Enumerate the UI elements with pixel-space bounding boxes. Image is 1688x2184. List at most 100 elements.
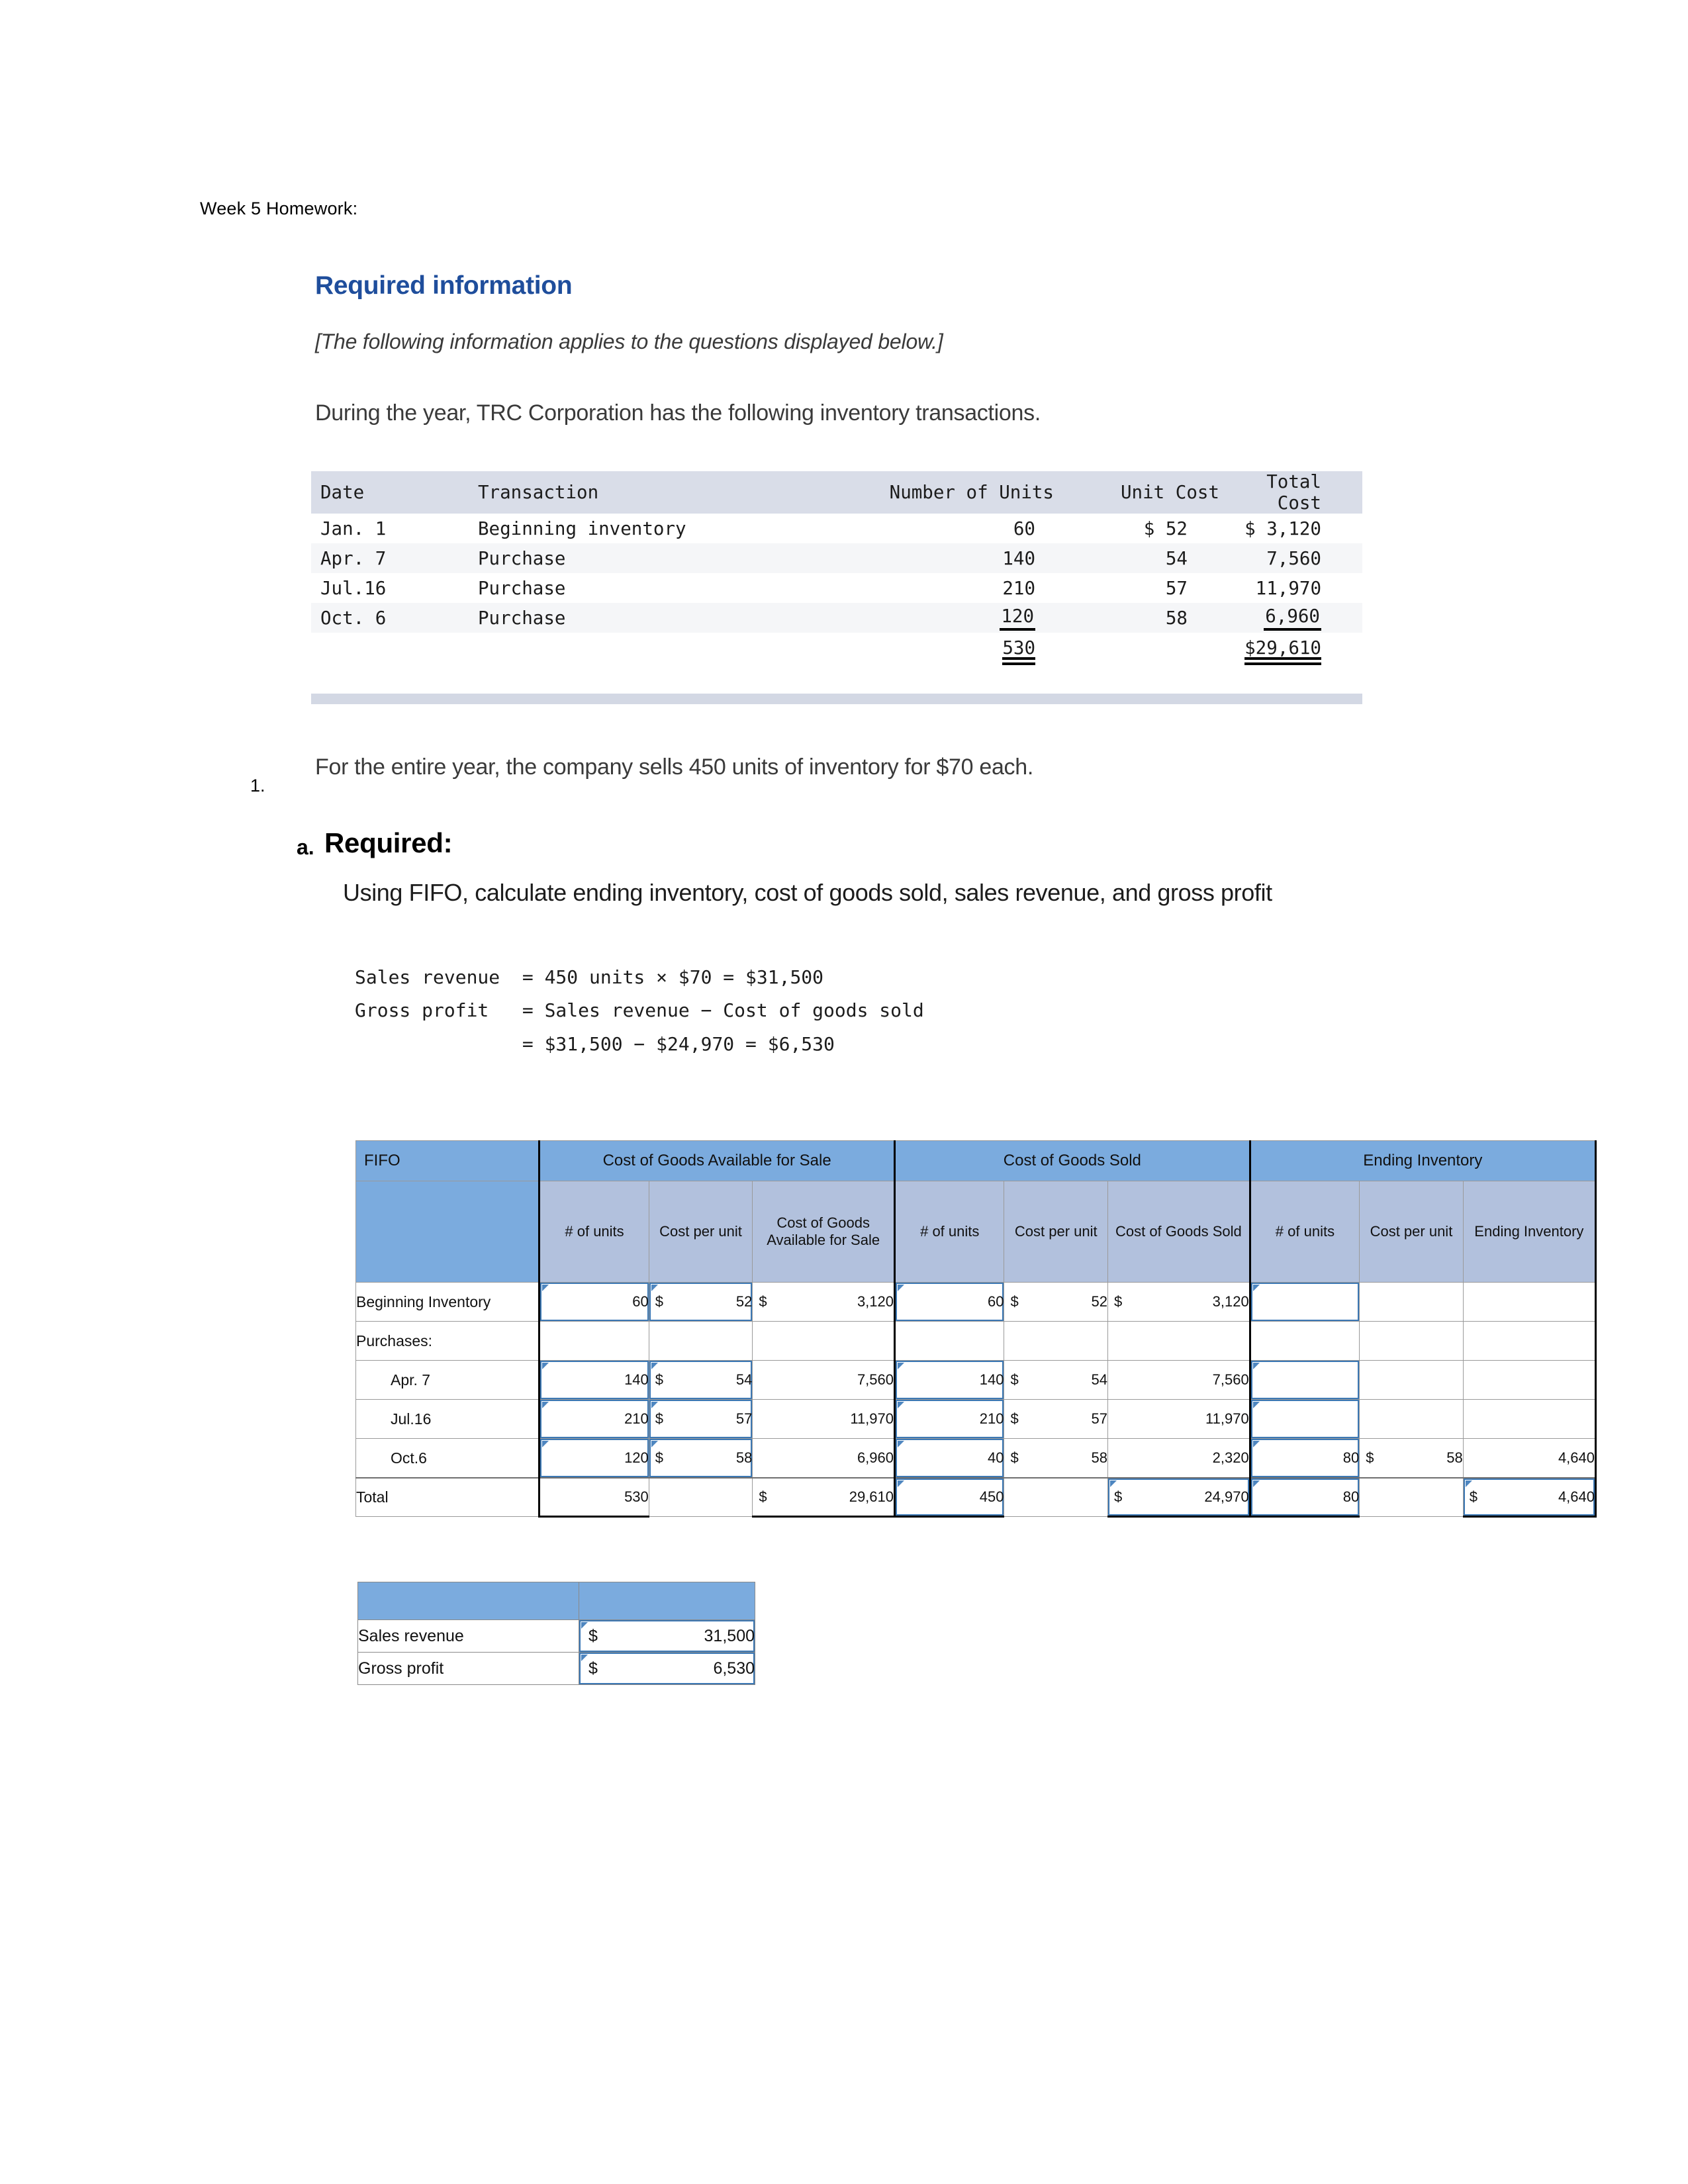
- sales-note-text: For the entire year, the company sells 4…: [315, 754, 1034, 780]
- cell-unit-cost: $ 52: [1143, 518, 1188, 539]
- cell-empty: [538, 1321, 649, 1361]
- cell-unit-cost: 57: [1165, 577, 1188, 599]
- input-avail-units[interactable]: 120: [538, 1438, 649, 1479]
- value: 31,500: [704, 1626, 755, 1645]
- document-page: Week 5 Homework: Required information [T…: [0, 0, 1688, 2184]
- input-avail-cost-per-unit[interactable]: $57: [648, 1399, 753, 1439]
- table-row: Apr. 7 140 $54 7,560 140 $54 7,560: [355, 1360, 1597, 1400]
- cell-ending-cost-per-unit: [1359, 1360, 1464, 1400]
- fifo-subheader-row: # of units Cost per unit Cost of Goods A…: [355, 1181, 1597, 1283]
- cell-ending-cost-per-unit: [1359, 1282, 1464, 1322]
- input-avail-cost-per-unit[interactable]: $54: [648, 1360, 753, 1400]
- col-total-cost: Total Cost: [1219, 471, 1362, 514]
- value: 3,120: [1212, 1293, 1249, 1310]
- col-date: Date: [311, 471, 433, 514]
- input-avail-cost-per-unit[interactable]: $58: [648, 1438, 753, 1479]
- currency-symbol: $: [655, 1371, 664, 1388]
- cell-transaction: Purchase: [478, 547, 566, 569]
- cell-cogs-cost-per-unit: $54: [1004, 1360, 1109, 1400]
- subheader-corner: [355, 1181, 540, 1283]
- input-avail-units[interactable]: 60: [538, 1282, 649, 1322]
- total-units-value: 530: [1002, 637, 1035, 659]
- input-gross-profit[interactable]: $6,530: [579, 1652, 755, 1685]
- value: 58: [1091, 1449, 1108, 1466]
- cell-unit-cost: 58: [1165, 607, 1188, 629]
- cell-avail-total: $3,120: [752, 1282, 895, 1322]
- currency-symbol: $: [1114, 1293, 1123, 1310]
- currency-symbol: $: [1010, 1449, 1019, 1466]
- value: 57: [1091, 1410, 1108, 1427]
- input-avail-cost-per-unit[interactable]: $52: [648, 1282, 753, 1322]
- input-ending-units[interactable]: 80: [1248, 1438, 1360, 1479]
- cell-transaction: Purchase: [478, 607, 566, 629]
- inventory-intro-text: During the year, TRC Corporation has the…: [315, 400, 1041, 426]
- value: 58: [735, 1449, 753, 1466]
- row-label: Oct.6: [355, 1438, 540, 1479]
- subheader-ending-units: # of units: [1248, 1181, 1360, 1283]
- cell-transaction: Purchase: [478, 577, 566, 599]
- input-total-cogs-units[interactable]: 450: [893, 1477, 1005, 1518]
- currency-symbol: $: [588, 1659, 598, 1678]
- question-sub-letter: a.: [297, 835, 314, 859]
- cell-empty: [648, 1477, 753, 1517]
- currency-symbol: $: [1010, 1293, 1019, 1310]
- cell-empty: [1004, 1477, 1109, 1517]
- cell-cogs-total: 11,970: [1107, 1399, 1250, 1439]
- cell-date: Apr. 7: [320, 547, 387, 569]
- currency-symbol: $: [759, 1293, 767, 1310]
- cell-total-cost: 7,560: [1266, 547, 1321, 569]
- cell-total-units: 530: [796, 633, 1054, 662]
- currency-symbol: $: [655, 1410, 664, 1427]
- table-row: Oct. 6 Purchase 120 58 6,960: [311, 603, 1362, 633]
- group-header-ending-inventory: Ending Inventory: [1248, 1140, 1597, 1181]
- cell-cogs-total: $3,120: [1107, 1282, 1250, 1322]
- table-row: Purchases:: [355, 1321, 1597, 1361]
- input-total-cogs[interactable]: $24,970: [1107, 1477, 1250, 1518]
- cell-total-cost: $ 3,120: [1244, 518, 1321, 539]
- cell-empty: [1054, 633, 1219, 662]
- input-cogs-units[interactable]: 210: [893, 1399, 1005, 1439]
- cell-units-value: 120: [1000, 606, 1035, 631]
- cell-grand-total: $29,610: [1219, 633, 1362, 662]
- currency-symbol: $: [1469, 1488, 1477, 1505]
- value: 6,530: [713, 1659, 755, 1678]
- value: 29,610: [849, 1488, 894, 1505]
- subheader-cogs-units: # of units: [893, 1181, 1005, 1283]
- cell-units: 60: [1013, 518, 1035, 539]
- row-label: Purchases:: [355, 1321, 540, 1361]
- col-transaction: Transaction: [433, 471, 796, 514]
- required-information-heading: Required information: [315, 271, 573, 300]
- cell-total-avail-units: 530: [538, 1477, 649, 1518]
- subheader-avail-total: Cost of Goods Available for Sale: [752, 1181, 895, 1283]
- input-cogs-units[interactable]: 40: [893, 1438, 1005, 1479]
- input-ending-units[interactable]: [1248, 1282, 1360, 1322]
- input-cogs-units[interactable]: 140: [893, 1360, 1005, 1400]
- summary-row-label: Sales revenue: [357, 1619, 579, 1653]
- summary-header-left: [357, 1582, 579, 1620]
- currency-symbol: $: [1366, 1449, 1374, 1466]
- input-sales-revenue[interactable]: $31,500: [579, 1619, 755, 1653]
- input-ending-units[interactable]: [1248, 1360, 1360, 1400]
- input-avail-units[interactable]: 210: [538, 1399, 649, 1439]
- input-total-ending[interactable]: $4,640: [1462, 1477, 1597, 1518]
- currency-symbol: $: [1010, 1371, 1019, 1388]
- currency-symbol: $: [655, 1449, 664, 1466]
- subheader-ending-total: Ending Inventory: [1462, 1181, 1597, 1283]
- table-row: Jul.16 Purchase 210 57 11,970: [311, 573, 1362, 603]
- calculation-block: Sales revenue = 450 units × $70 = $31,50…: [355, 966, 924, 1055]
- cell-ending-cost-per-unit: $58: [1359, 1438, 1464, 1479]
- input-total-ending-units[interactable]: 80: [1248, 1477, 1360, 1518]
- value: 57: [735, 1410, 753, 1427]
- table-row: Gross profit $6,530: [357, 1652, 755, 1685]
- section-divider: [311, 694, 1362, 704]
- input-ending-units[interactable]: [1248, 1399, 1360, 1439]
- value: 4,640: [1558, 1488, 1595, 1505]
- input-cogs-units[interactable]: 60: [893, 1282, 1005, 1322]
- input-avail-units[interactable]: 140: [538, 1360, 649, 1400]
- cell-unit-cost: 54: [1165, 547, 1188, 569]
- col-number-of-units: Number of Units: [796, 471, 1054, 514]
- row-label: Apr. 7: [355, 1360, 540, 1400]
- cell-avail-total: 6,960: [752, 1438, 895, 1479]
- cell-total-cost: 6,960: [1219, 603, 1362, 633]
- cell-cogs-total: 2,320: [1107, 1438, 1250, 1479]
